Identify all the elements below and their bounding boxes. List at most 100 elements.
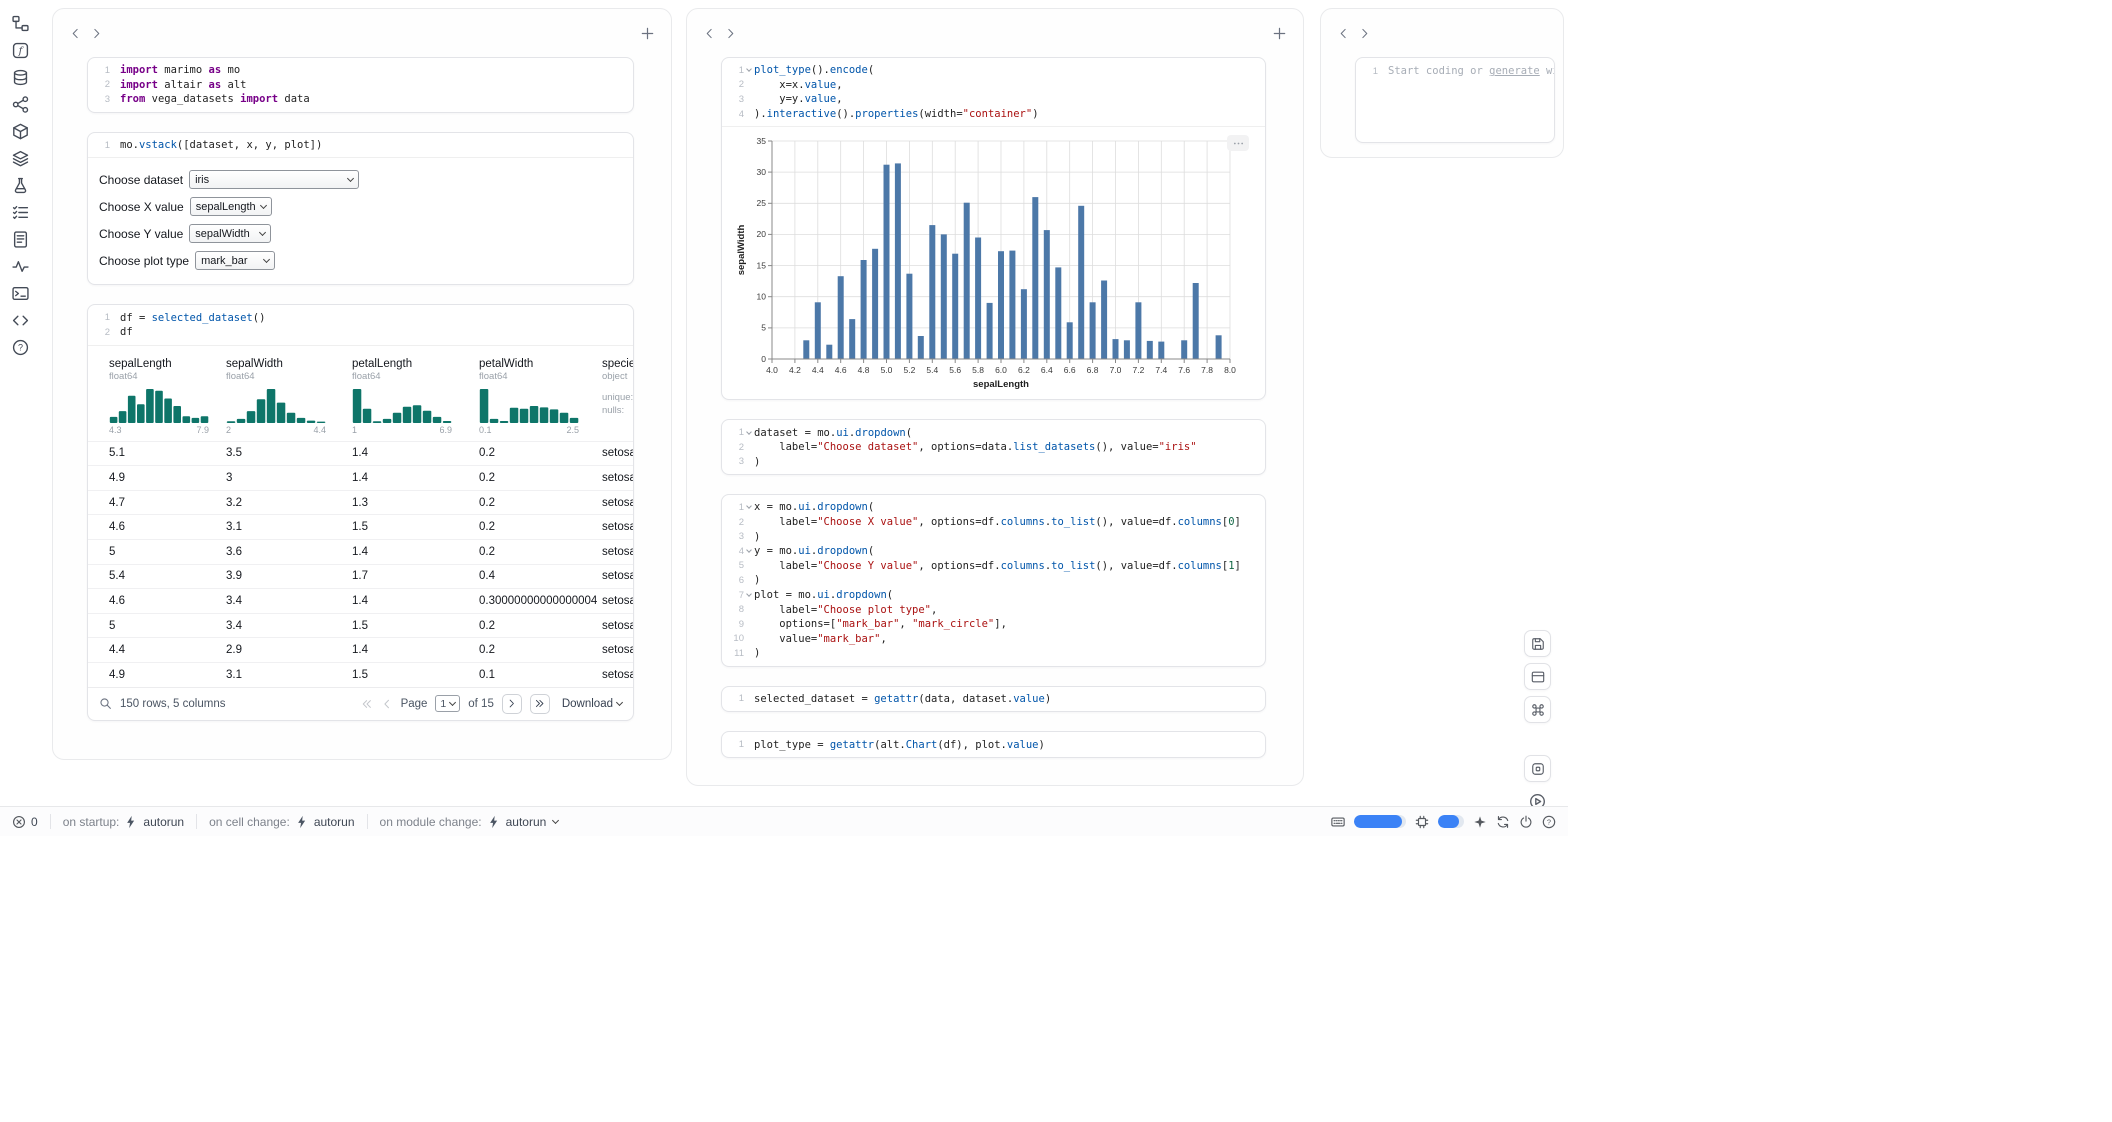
column-next-button[interactable] — [1356, 25, 1373, 42]
add-cell-button[interactable] — [638, 24, 657, 43]
table-row[interactable]: 5.43.91.70.4setosa — [88, 564, 633, 589]
code-editor[interactable]: 1plot_type = getattr(alt.Chart(df), plot… — [722, 732, 1265, 757]
save-notebook-button[interactable] — [1524, 630, 1551, 657]
table-cell: 5 — [109, 546, 226, 558]
page-select[interactable]: 1 — [435, 695, 460, 712]
code-editor[interactable]: 1plot_type().encode(2 x=x.value,3 y=y.va… — [722, 58, 1265, 126]
dropdown-label: Choose Y value — [99, 227, 183, 241]
dropdown-select[interactable]: sepalWidth — [189, 224, 271, 243]
help-icon[interactable]: ? — [7, 334, 34, 361]
cell-dataset-dropdown[interactable]: 1dataset = mo.ui.dropdown(2 label="Choos… — [721, 419, 1266, 475]
column-header-petalWidth[interactable]: petalWidthfloat640.12.5 — [479, 358, 602, 435]
table-summary: 150 rows, 5 columns — [120, 698, 225, 710]
dropdown-select[interactable]: iris — [189, 170, 359, 189]
functions-icon[interactable]: f — [7, 37, 34, 64]
code-editor[interactable]: 1df = selected_dataset()2df — [88, 305, 633, 344]
machine-stats-icon[interactable] — [1415, 815, 1429, 829]
table-row[interactable]: 4.93.11.50.1setosa — [88, 662, 633, 687]
dropdown-select[interactable]: mark_bar — [195, 251, 275, 270]
keyboard-shortcuts-button[interactable] — [1524, 696, 1551, 723]
tracing-icon[interactable] — [7, 253, 34, 280]
table-cell: 0.2 — [479, 620, 602, 632]
table-row[interactable]: 4.73.21.30.2setosa — [88, 490, 633, 515]
line-number: 8 — [722, 604, 744, 615]
chart-actions-button[interactable] — [1227, 135, 1249, 151]
cell-selected-dataset[interactable]: 1selected_dataset = getattr(data, datase… — [721, 686, 1266, 713]
prev-page-button[interactable] — [381, 698, 393, 710]
layers-icon[interactable] — [7, 145, 34, 172]
ai-assistant-icon[interactable] — [1473, 815, 1487, 829]
bar-chart: 051015202530354.04.24.44.64.85.05.25.45.… — [734, 133, 1236, 391]
code-editor[interactable]: 1selected_dataset = getattr(data, datase… — [722, 687, 1265, 712]
keyboard-shortcuts-icon[interactable] — [1331, 815, 1345, 829]
line-number: 1 — [722, 693, 744, 704]
cell-new-empty[interactable]: 1 Start coding or generate with AI. — [1355, 57, 1555, 143]
code-editor[interactable]: 1import marimo as mo2import altair as al… — [88, 58, 633, 112]
table-row[interactable]: 5.13.51.40.2setosa — [88, 441, 633, 466]
notebook-column-3: 1 Start coding or generate with AI. — [1320, 8, 1564, 158]
column-prev-button[interactable] — [67, 25, 84, 42]
table-row[interactable]: 4.42.91.40.2setosa — [88, 637, 633, 662]
cell-xy-dropdowns[interactable]: 1x = mo.ui.dropdown(2 label="Choose X va… — [721, 494, 1266, 667]
last-page-button[interactable] — [530, 694, 550, 714]
file-tree-icon[interactable] — [7, 10, 34, 37]
editor-placeholder[interactable]: Start coding or generate with AI. — [1388, 65, 1555, 77]
column-header-sepalWidth[interactable]: sepalWidthfloat6424.4 — [226, 358, 352, 435]
dependency-graph-icon[interactable] — [7, 91, 34, 118]
line-number: 2 — [88, 327, 110, 338]
datasources-icon[interactable] — [7, 64, 34, 91]
cell-imports[interactable]: 1import marimo as mo2import altair as al… — [87, 57, 634, 113]
first-page-button[interactable] — [361, 698, 373, 710]
error-indicator[interactable]: 0 — [12, 815, 38, 829]
cell-chart[interactable]: 1plot_type().encode(2 x=x.value,3 y=y.va… — [721, 57, 1266, 400]
table-row[interactable]: 53.41.50.2setosa — [88, 613, 633, 638]
column-next-button[interactable] — [722, 25, 739, 42]
scratchpad-icon[interactable] — [7, 172, 34, 199]
packages-icon[interactable] — [7, 118, 34, 145]
table-cell: 3.5 — [226, 447, 352, 459]
app-view-button[interactable] — [1524, 663, 1551, 690]
table-row[interactable]: 53.61.40.2setosa — [88, 539, 633, 564]
column-header-species[interactable]: speciesobjectunique:nulls: — [602, 358, 633, 435]
cell-plot-type[interactable]: 1plot_type = getattr(alt.Chart(df), plot… — [721, 731, 1266, 758]
scroll-to-cell-button[interactable] — [1524, 755, 1551, 782]
run-config-2[interactable]: on cell change:autorun — [209, 815, 354, 829]
column-header-petalLength[interactable]: petalLengthfloat6416.9 — [352, 358, 479, 435]
add-cell-button[interactable] — [1270, 24, 1289, 43]
cell-dataframe[interactable]: 1df = selected_dataset()2df sepalLengthf… — [87, 304, 634, 720]
dropdown-select[interactable]: sepalLength — [190, 197, 272, 216]
documentation-icon[interactable] — [7, 226, 34, 253]
cell-vstack[interactable]: 1mo.vstack([dataset, x, y, plot]) Choose… — [87, 132, 634, 286]
column-prev-button[interactable] — [701, 25, 718, 42]
table-row[interactable]: 4.931.40.2setosa — [88, 465, 633, 490]
generate-with-ai-link[interactable]: generate — [1489, 65, 1540, 77]
code-editor[interactable]: 1mo.vstack([dataset, x, y, plot]) — [88, 133, 633, 158]
run-config-3[interactable]: on module change:autorun — [380, 815, 559, 829]
table-row[interactable]: 4.63.11.50.2setosa — [88, 514, 633, 539]
table-cell: 5.4 — [109, 570, 226, 582]
download-button[interactable]: Download — [562, 698, 622, 710]
table-cell: 0.2 — [479, 447, 602, 459]
code-editor[interactable]: 1x = mo.ui.dropdown(2 label="Choose X va… — [722, 495, 1265, 666]
terminal-icon[interactable] — [7, 280, 34, 307]
table-cell: 1.4 — [352, 644, 479, 656]
table-cell: setosa — [602, 497, 633, 509]
table-cell: setosa — [602, 644, 633, 656]
shutdown-kernel-icon[interactable] — [1519, 815, 1533, 829]
next-page-button[interactable] — [502, 694, 522, 714]
column-next-button[interactable] — [88, 25, 105, 42]
svg-text:5.4: 5.4 — [926, 365, 938, 375]
table-search-button[interactable] — [99, 697, 112, 710]
cpu-usage-meter — [1438, 815, 1464, 828]
column-header-sepalLength[interactable]: sepalLengthfloat644.37.9 — [109, 358, 226, 435]
help-icon[interactable]: ? — [1542, 815, 1556, 829]
snippets-icon[interactable] — [7, 307, 34, 334]
svg-text:7.0: 7.0 — [1110, 365, 1122, 375]
line-number: 1 — [722, 502, 744, 513]
run-config-1[interactable]: on startup:autorun — [63, 815, 184, 829]
restart-kernel-icon[interactable] — [1496, 815, 1510, 829]
column-prev-button[interactable] — [1335, 25, 1352, 42]
code-editor[interactable]: 1dataset = mo.ui.dropdown(2 label="Choos… — [722, 420, 1265, 474]
table-row[interactable]: 4.63.41.40.30000000000000004setosa — [88, 588, 633, 613]
outline-icon[interactable] — [7, 199, 34, 226]
